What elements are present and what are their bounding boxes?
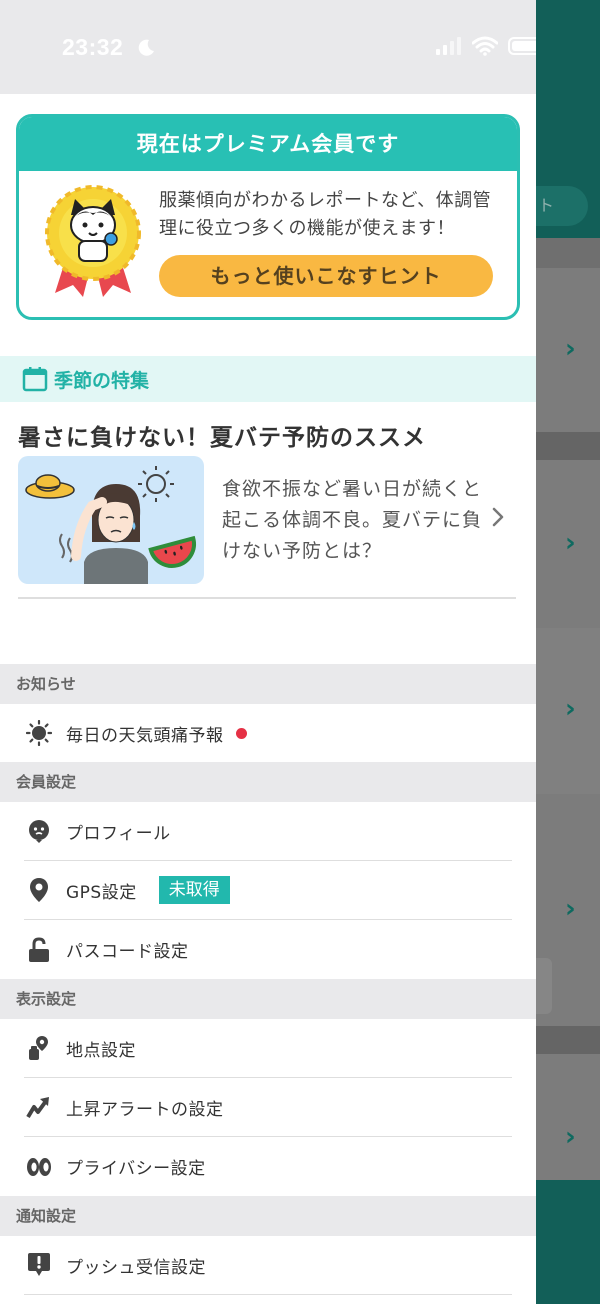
unlock-icon	[26, 936, 52, 963]
list-item-privacy[interactable]: プライバシー設定	[24, 1137, 512, 1196]
section-header-display: 表示設定	[0, 979, 536, 1019]
list-item-label: プロフィール	[66, 823, 171, 844]
seasonal-title: 季節の特集	[54, 370, 150, 392]
list-item-location-settings[interactable]: 地点設定	[24, 1019, 512, 1078]
background-gap	[536, 1026, 600, 1054]
background-card	[536, 1054, 600, 1180]
list-item-weather-forecast[interactable]: 毎日の天気頭痛予報	[24, 704, 512, 762]
article-title[interactable]: 暑さに負けない！夏バテ予防のススメ	[18, 418, 426, 452]
chevron-right-icon: ›	[565, 528, 576, 558]
chevron-right-icon: ›	[565, 694, 576, 724]
calendar-icon	[22, 367, 48, 392]
list-item-profile[interactable]: プロフィール	[24, 802, 512, 861]
sun-icon	[26, 720, 52, 746]
rising-alert-icon	[26, 1094, 52, 1120]
list-item-rising-alert[interactable]: 上昇アラートの設定	[24, 1078, 512, 1137]
section-header-notification: 通知設定	[0, 1196, 536, 1236]
list-item-gps[interactable]: GPS設定 未取得	[24, 861, 512, 920]
list-item-label: GPS設定	[66, 882, 137, 903]
list-item-label: プライバシー設定	[66, 1159, 206, 1179]
background-gap	[536, 432, 600, 460]
status-time: 23:32	[62, 34, 124, 60]
summer-fatigue-illustration	[25, 466, 196, 584]
chevron-right-icon: ›	[565, 894, 576, 924]
list-item-label: 毎日の天気頭痛予報	[66, 725, 224, 746]
premium-card: 現在はプレミアム会員です 服薬傾向がわかるレポートなど、体調管理に役立つ多くの機…	[16, 114, 520, 320]
face-icon	[26, 818, 52, 844]
list-item-push-settings[interactable]: プッシュ受信設定	[24, 1236, 512, 1295]
unread-badge	[235, 727, 247, 739]
moon-icon	[138, 39, 154, 56]
seasonal-header: 季節の特集	[0, 356, 536, 402]
list-item-label: 地点設定	[66, 1040, 136, 1061]
chevron-right-icon[interactable]	[490, 504, 506, 530]
list-item-label: パスコード設定	[66, 942, 189, 962]
settings-list: お知らせ 毎日の天気頭痛予報 会員設定 プロフィール GPS設定 未取得 パスコ…	[0, 664, 536, 1295]
location-pin-icon	[26, 877, 52, 903]
chevron-right-icon: ›	[565, 334, 576, 364]
privacy-eyes-icon	[26, 1154, 52, 1180]
section-header-member: 会員設定	[0, 762, 536, 802]
status-bar: 23:32	[0, 0, 536, 94]
premium-title: 現在はプレミアム会員です	[19, 117, 517, 171]
signal-icon	[436, 37, 461, 55]
background-button	[536, 958, 552, 1014]
more-tips-button[interactable]: もっと使いこなすヒント	[159, 255, 493, 297]
section-header-notice: お知らせ	[0, 664, 536, 704]
article-image[interactable]	[18, 456, 204, 584]
list-item-passcode[interactable]: パスコード設定	[24, 920, 512, 979]
location-settings-icon	[26, 1035, 52, 1061]
divider	[18, 597, 516, 599]
premium-description: 服薬傾向がわかるレポートなど、体調管理に役立つ多くの機能が使えます！	[159, 190, 492, 239]
wifi-icon	[472, 36, 498, 56]
background-footer	[536, 1180, 600, 1304]
side-drawer: 23:32 現在はプレミアム会員です 服薬傾向がわかるレポートなど、体調管理に役…	[0, 0, 536, 1304]
list-item-label: 上昇アラートの設定	[66, 1099, 224, 1120]
premium-medal-icon	[45, 185, 141, 297]
chevron-right-icon: ›	[565, 1122, 576, 1152]
list-item-label: プッシュ受信設定	[66, 1257, 206, 1278]
status-badge: 未取得	[158, 876, 230, 904]
push-notification-icon	[26, 1252, 52, 1278]
article-description: 食欲不振など暑い日が続くと起こる体調不良。夏バテに負けない予防とは？	[222, 478, 483, 562]
battery-icon	[508, 37, 536, 55]
status-icons	[436, 36, 536, 56]
